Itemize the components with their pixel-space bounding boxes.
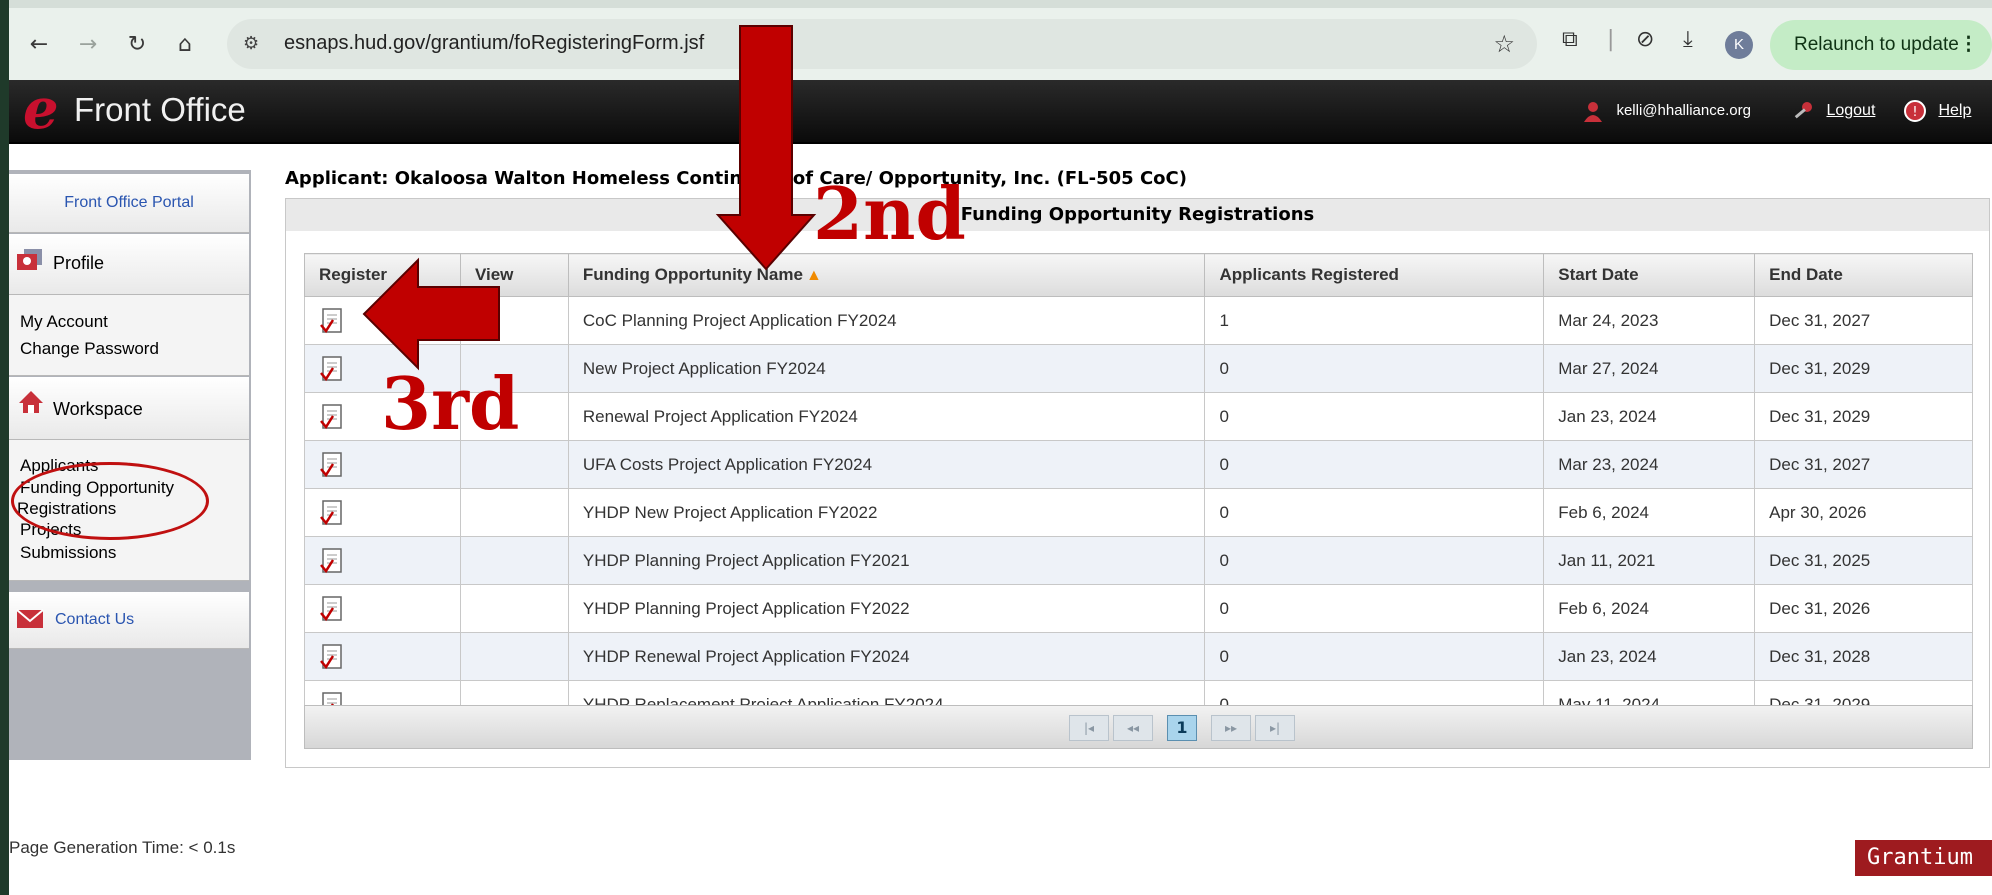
page: ← → ↻ ⌂ ⚙ esnaps.hud.gov/grantium/foRegi… <box>9 0 1992 895</box>
annotation-overlay <box>362 25 817 371</box>
annotation-3rd: 3rd <box>381 361 520 446</box>
annotation-2nd: 2nd <box>813 171 966 256</box>
down-arrow-annotation <box>715 25 817 271</box>
left-arrow-annotation <box>362 257 500 371</box>
circle-annotation <box>11 462 209 540</box>
